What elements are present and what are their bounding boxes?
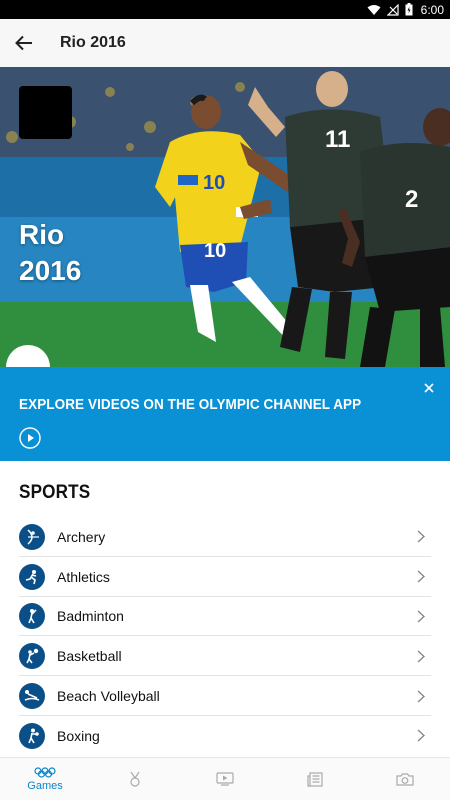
hero-title-line2: 2016 [19,255,82,286]
close-icon [424,383,434,393]
badminton-icon [19,603,45,630]
svg-text:2: 2 [405,186,418,213]
sport-item-athletics[interactable]: Athletics [0,557,450,597]
archery-icon [19,523,45,550]
banner-close-button[interactable] [418,377,440,399]
app-bar: Rio 2016 [0,19,450,67]
news-icon [307,771,323,787]
chevron-right-icon [417,690,425,703]
sport-list: Archery Athletics Badminton Basketball B… [0,517,450,756]
sports-heading: SPORTS [19,482,91,503]
sport-label: Boxing [57,727,100,744]
nav-photos[interactable] [360,758,450,800]
chevron-right-icon [417,610,425,623]
svg-text:10: 10 [203,172,225,194]
battery-icon [405,3,413,16]
no-signal-icon [386,3,399,16]
chevron-right-icon [417,570,425,583]
nav-medals[interactable] [90,758,180,800]
sport-item-beach-volleyball[interactable]: Beach Volleyball [0,676,450,716]
hero-title: Rio 2016 [19,217,81,289]
banner-play-button[interactable] [19,427,41,454]
sport-item-archery[interactable]: Archery [0,517,450,557]
status-bar: 6:00 [0,0,450,19]
olympic-channel-banner[interactable]: EXPLORE VIDEOS ON THE OLYMPIC CHANNEL AP… [0,367,450,461]
olympic-rings-icon [34,766,56,778]
camera-icon [396,773,414,786]
status-time: 6:00 [420,2,444,17]
play-icon [19,427,41,449]
sport-label: Archery [57,528,106,545]
sport-item-badminton[interactable]: Badminton [0,597,450,637]
boxing-icon [19,722,45,749]
nav-news[interactable] [270,758,360,800]
sport-label: Badminton [57,608,124,625]
nav-label-games: Games [27,779,63,792]
nav-videos[interactable] [180,758,270,800]
svg-text:10: 10 [204,240,226,262]
sport-label: Basketball [57,648,122,665]
chevron-right-icon [417,729,425,742]
hero-title-line1: Rio [19,219,65,250]
sport-label: Beach Volleyball [57,688,160,705]
medal-icon [130,771,140,787]
bottom-navigation: Games [0,757,450,800]
basketball-icon [19,643,45,670]
video-icon [216,772,234,786]
games-logo [19,86,72,139]
back-button[interactable] [0,19,48,67]
nav-games[interactable]: Games [0,758,90,800]
beach-volleyball-icon [19,683,45,710]
hero-image: 10 10 11 2 Rio 2016 [0,67,450,367]
sport-item-basketball[interactable]: Basketball [0,636,450,676]
svg-text:11: 11 [325,126,350,153]
sport-item-boxing[interactable]: Boxing [0,716,450,756]
chevron-right-icon [417,650,425,663]
page-title: Rio 2016 [60,34,126,51]
banner-text: EXPLORE VIDEOS ON THE OLYMPIC CHANNEL AP… [19,396,362,413]
chevron-right-icon [417,530,425,543]
arrow-back-icon [15,35,32,51]
wifi-icon [367,4,381,15]
sport-label: Athletics [57,568,110,585]
athletics-icon [19,563,45,590]
